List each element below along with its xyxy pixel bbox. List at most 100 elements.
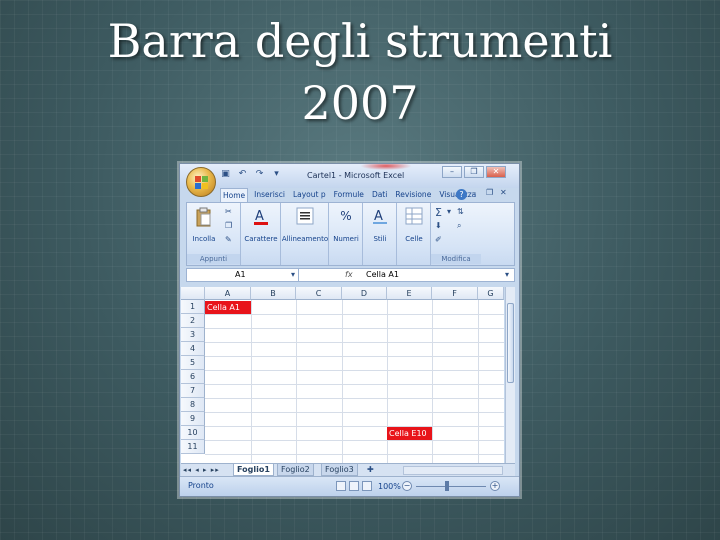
horizontal-scrollbar[interactable] [403, 466, 503, 475]
formula-input[interactable]: Cella A1 [366, 269, 399, 281]
row-header[interactable]: 7 [181, 384, 205, 398]
format-painter-icon[interactable]: ✎ [225, 235, 232, 244]
sheet-tab-2[interactable]: Foglio2 [277, 464, 314, 476]
cell-e10[interactable]: Cella E10 [387, 427, 432, 440]
copy-icon[interactable]: ❐ [225, 221, 232, 230]
row-header[interactable]: 6 [181, 370, 205, 384]
zoom-slider-thumb[interactable] [445, 481, 449, 491]
column-header[interactable]: D [342, 287, 387, 300]
column-header[interactable]: A [205, 287, 251, 300]
qat-dropdown-icon[interactable]: ▾ [271, 169, 282, 180]
minimize-button[interactable]: – [442, 166, 462, 178]
cut-icon[interactable]: ✂ [225, 207, 232, 216]
expand-formula-icon[interactable]: ▾ [505, 269, 509, 281]
grid-line [205, 398, 504, 399]
row-header[interactable]: 4 [181, 342, 205, 356]
name-box[interactable]: A1 [187, 269, 299, 281]
clear-icon[interactable]: ✐ [435, 235, 442, 244]
font-button[interactable]: A Carattere [241, 207, 281, 243]
window-title: Cartel1 - Microsoft Excel [307, 171, 405, 180]
formula-bar: A1 ▾ fx Cella A1 ▾ [186, 268, 515, 282]
group-alignment: Allineamento [281, 203, 329, 265]
grid-line [205, 440, 504, 441]
workbook-restore-button[interactable]: ❐ [486, 188, 493, 197]
row-header[interactable]: 3 [181, 328, 205, 342]
restore-button[interactable]: ❐ [464, 166, 484, 178]
alignment-button[interactable]: Allineamento [281, 207, 329, 243]
grid-line [205, 314, 504, 315]
fx-icon[interactable]: fx [345, 269, 353, 281]
zoom-out-button[interactable]: − [402, 481, 412, 491]
row-header[interactable]: 1 [181, 300, 205, 314]
help-icon[interactable]: ? [456, 189, 467, 200]
column-header[interactable]: E [387, 287, 432, 300]
sheet-tab-1[interactable]: Foglio1 [233, 464, 274, 476]
row-header[interactable]: 9 [181, 412, 205, 426]
office-button[interactable] [186, 167, 216, 197]
status-text: Pronto [188, 481, 214, 490]
column-header[interactable]: B [251, 287, 296, 300]
number-button[interactable]: % Numeri [329, 207, 363, 243]
group-editing: Σ ▾ ⇅ ⬇ ⌕ ✐ Modifica [431, 203, 481, 265]
grid-line [205, 454, 504, 455]
font-label: Carattere [244, 235, 278, 243]
align-icon [296, 207, 314, 225]
row-header[interactable]: 2 [181, 314, 205, 328]
column-header[interactable]: F [432, 287, 478, 300]
page-layout-view-icon[interactable] [349, 481, 359, 491]
fill-icon[interactable]: ⬇ [435, 221, 442, 230]
row-header[interactable]: 10 [181, 426, 205, 440]
grid-line [205, 356, 504, 357]
number-label: Numeri [333, 235, 359, 243]
find-icon[interactable]: ⌕ [457, 221, 461, 231]
vertical-scroll-thumb[interactable] [507, 303, 514, 383]
page-break-view-icon[interactable] [362, 481, 372, 491]
vertical-scrollbar[interactable] [505, 287, 515, 463]
grid-line [296, 300, 297, 463]
close-button[interactable]: ✕ [486, 166, 506, 178]
column-header[interactable]: C [296, 287, 342, 300]
zoom-level[interactable]: 100% [378, 482, 401, 491]
redo-icon[interactable]: ↷ [254, 169, 265, 180]
name-box-dropdown-icon[interactable]: ▾ [291, 269, 295, 281]
slide-title: Barra degli strumenti 2007 [0, 10, 720, 134]
tab-data[interactable]: Dati [370, 188, 389, 202]
save-icon[interactable]: ▣ [220, 169, 231, 180]
grid-line [432, 300, 433, 463]
undo-icon[interactable]: ↶ [237, 169, 248, 180]
editing-group-label: Modifica [431, 254, 481, 264]
row-header[interactable]: 11 [181, 440, 205, 454]
select-all-corner[interactable] [181, 287, 205, 300]
autosum-icon[interactable]: Σ [435, 206, 442, 219]
sheet-tab-3[interactable]: Foglio3 [321, 464, 358, 476]
cells-button[interactable]: Celle [397, 207, 431, 243]
row-header[interactable]: 5 [181, 356, 205, 370]
tab-page-layout[interactable]: Layout p [291, 188, 328, 202]
cell-a1[interactable]: Cella A1 [205, 301, 251, 314]
workbook-minimize-button[interactable]: – [472, 188, 476, 197]
zoom-in-button[interactable]: + [490, 481, 500, 491]
tab-home[interactable]: Home [220, 188, 249, 202]
svg-text:A: A [374, 209, 383, 224]
normal-view-icon[interactable] [336, 481, 346, 491]
styles-button[interactable]: A Stili [363, 207, 397, 243]
sort-filter-icon[interactable]: ⇅ [457, 207, 464, 216]
styles-icon: A [371, 207, 389, 225]
paste-button[interactable]: Incolla [189, 207, 219, 243]
grid-line [205, 426, 504, 427]
tab-review[interactable]: Revisione [393, 188, 433, 202]
row-header[interactable]: 8 [181, 398, 205, 412]
group-styles: A Stili [363, 203, 397, 265]
grid-line [205, 328, 504, 329]
autosum-dropdown-icon[interactable]: ▾ [447, 207, 451, 216]
tab-formulas[interactable]: Formule [332, 188, 366, 202]
spreadsheet-grid[interactable]: A B C D E F G 1 2 3 4 5 6 7 8 9 10 11 Ce… [181, 287, 504, 463]
workbook-close-button[interactable]: ✕ [500, 188, 507, 197]
cells-label: Celle [405, 235, 423, 243]
tab-insert[interactable]: Inserisci [252, 188, 287, 202]
grid-line [205, 384, 504, 385]
grid-line [251, 300, 252, 463]
zoom-slider[interactable] [416, 486, 486, 487]
column-header[interactable]: G [478, 287, 504, 300]
insert-sheet-icon[interactable]: ✚ [367, 465, 374, 474]
